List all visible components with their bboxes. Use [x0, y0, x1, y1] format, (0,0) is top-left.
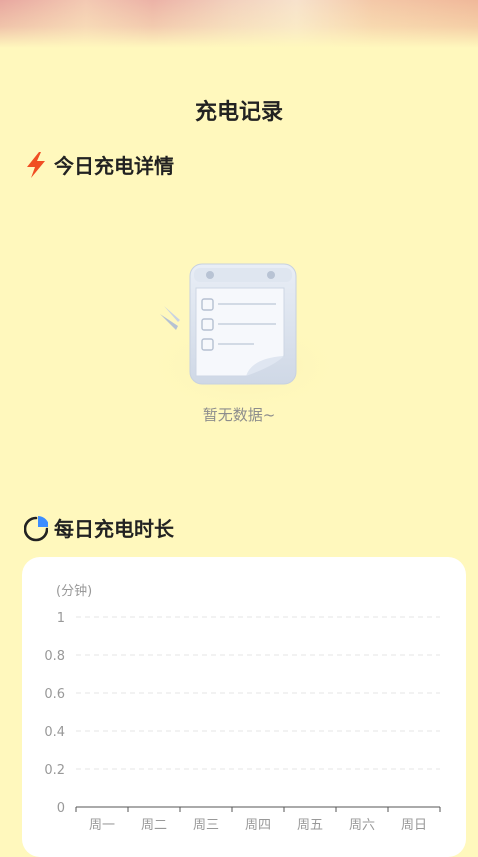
y-axis-unit-label: (分钟) [56, 583, 92, 599]
y-axis-tick-labels: 0 0.2 0.4 0.6 0.8 1 [44, 611, 65, 816]
empty-state-text: 暂无数据~ [202, 406, 276, 424]
today-charge-section-header: 今日充电详情 [24, 150, 174, 179]
x-tick-label: 周二 [141, 818, 167, 833]
y-tick-label: 0.6 [44, 687, 65, 702]
header-banner [0, 0, 478, 48]
daily-charge-section-title: 每日充电时长 [54, 517, 174, 541]
lightning-icon [27, 151, 45, 178]
y-tick-label: 0.4 [44, 725, 65, 740]
x-tick-label: 周五 [297, 818, 323, 833]
pie-chart-icon [24, 515, 48, 541]
x-tick-label: 周六 [349, 818, 375, 833]
x-tick-label: 周一 [89, 818, 115, 833]
chart-card: (分钟) 0 0.2 0.4 0.6 0.8 1 周一 周二 周三 周四 周五 周六 周日 [22, 557, 466, 857]
today-charge-section-title: 今日充电详情 [54, 154, 174, 178]
y-tick-label: 0 [57, 801, 65, 816]
x-tick-label: 周三 [193, 818, 219, 833]
page-title: 充电记录 [194, 100, 283, 125]
x-tick-label: 周四 [245, 818, 271, 833]
daily-charge-section-header: 每日充电时长 [24, 513, 174, 542]
x-axis: 周一 周二 周三 周四 周五 周六 周日 [75, 806, 441, 833]
daily-charge-chart: (分钟) 0 0.2 0.4 0.6 0.8 1 周一 周二 周三 周四 周五 周六 周日 [44, 583, 441, 833]
y-tick-label: 1 [57, 611, 65, 626]
y-tick-label: 0.2 [44, 763, 65, 778]
chart-grid [76, 616, 440, 770]
x-tick-label: 周日 [401, 818, 427, 833]
y-tick-label: 0.8 [44, 649, 65, 664]
